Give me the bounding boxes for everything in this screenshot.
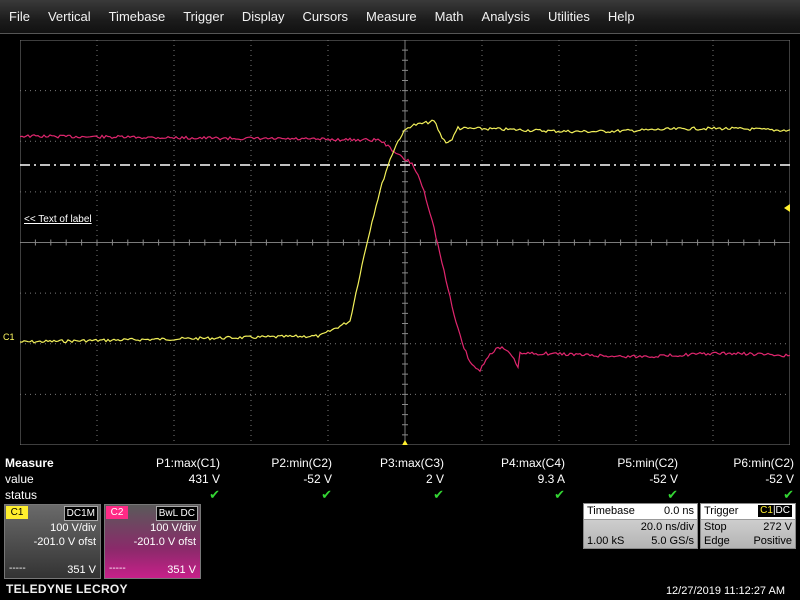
trigger-descriptor[interactable]: Trigger C1|DC Stop 272 V Edge Positive [700, 503, 796, 549]
trigger-slope: Positive [753, 535, 792, 547]
measure-param-5-value[interactable]: -52 V [568, 472, 678, 486]
channel-2-tag: C2 [106, 506, 128, 519]
measure-param-5-status-icon[interactable]: ✔ [568, 487, 678, 503]
measure-param-1-value[interactable]: 431 V [110, 472, 220, 486]
menu-measure[interactable]: Measure [357, 9, 426, 24]
menu-file[interactable]: File [0, 9, 39, 24]
channel-2-descriptor[interactable]: C2 BwL DC 100 V/div -201.0 V ofst ----- … [104, 504, 201, 579]
measure-param-6-name[interactable]: P6:min(C2) [684, 456, 794, 470]
c1-ground-marker[interactable]: C1 [3, 332, 15, 342]
text-label[interactable]: << Text of label [24, 214, 92, 225]
timestamp: 12/27/2019 11:12:27 AM [665, 585, 785, 597]
measure-param-2-status-icon[interactable]: ✔ [222, 487, 332, 503]
timebase-descriptor[interactable]: Timebase 0.0 ns 20.0 ns/div 1.00 kS 5.0 … [583, 503, 698, 549]
measure-param-2-name[interactable]: P2:min(C2) [222, 456, 332, 470]
timebase-label: Timebase [587, 505, 635, 517]
trigger-source: C1 [760, 505, 773, 516]
menu-cursors[interactable]: Cursors [294, 9, 358, 24]
channel-2-coupling: BwL DC [155, 506, 198, 521]
measure-param-1-status-icon[interactable]: ✔ [110, 487, 220, 503]
menu-display[interactable]: Display [233, 9, 294, 24]
channel-2-level: 351 V [167, 564, 196, 576]
channel-1-offset: -201.0 V ofst [33, 536, 96, 548]
brand-logo: TELEDYNE LECROY [6, 582, 128, 596]
menu-timebase[interactable]: Timebase [100, 9, 175, 24]
channel-2-offset: -201.0 V ofst [133, 536, 196, 548]
measure-value-row-label: value [5, 472, 34, 486]
channel-1-level: 351 V [67, 564, 96, 576]
measure-param-6-status-icon[interactable]: ✔ [684, 487, 794, 503]
trigger-source-tag: C1|DC [758, 505, 792, 517]
measure-param-2-value[interactable]: -52 V [222, 472, 332, 486]
timebase-samples: 1.00 kS [587, 535, 625, 547]
measure-param-3-value[interactable]: 2 V [334, 472, 444, 486]
menu-vertical[interactable]: Vertical [39, 9, 100, 24]
measure-title[interactable]: Measure [5, 456, 85, 470]
measure-param-3-status-icon[interactable]: ✔ [334, 487, 444, 503]
measure-param-6-value[interactable]: -52 V [684, 472, 794, 486]
menu-trigger[interactable]: Trigger [174, 9, 233, 24]
channel-1-coupling: DC1M [63, 506, 98, 521]
trigger-label: Trigger [704, 505, 739, 517]
channel-1-tag: C1 [6, 506, 28, 519]
measure-status-row-label: status [5, 488, 38, 502]
menu-bar: File Vertical Timebase Trigger Display Cursor… [0, 0, 800, 34]
channel-2-dash: ----- [109, 563, 126, 574]
oscilloscope-grid[interactable] [20, 40, 790, 445]
timebase-tdiv: 20.0 ns/div [640, 521, 694, 533]
menu-help[interactable]: Help [599, 9, 644, 24]
trigger-level: 272 V [763, 521, 792, 533]
menu-math[interactable]: Math [426, 9, 473, 24]
timebase-header: Timebase 0.0 ns [584, 504, 697, 520]
measure-param-3-name[interactable]: P3:max(C3) [334, 456, 444, 470]
trigger-header: Trigger C1|DC [701, 504, 795, 520]
measure-param-4-status-icon[interactable]: ✔ [455, 487, 565, 503]
channel-1-descriptor[interactable]: C1 DC1M 100 V/div -201.0 V ofst ----- 35… [4, 504, 101, 579]
channel-1-vdiv: 100 V/div [50, 522, 96, 534]
trigger-mode: Stop [704, 521, 727, 533]
measure-param-4-value[interactable]: 9.3 A [455, 472, 565, 486]
menu-utilities[interactable]: Utilities [539, 9, 599, 24]
measure-param-4-name[interactable]: P4:max(C4) [455, 456, 565, 470]
measure-panel: Measure value status P1:max(C1) 431 V ✔ P2:… [0, 452, 800, 506]
trigger-coupling: DC [775, 505, 790, 516]
menu-analysis[interactable]: Analysis [473, 9, 539, 24]
channel-1-dash: ----- [9, 563, 26, 574]
timebase-delay: 0.0 ns [664, 505, 694, 517]
trigger-type: Edge [704, 535, 730, 547]
timebase-rate: 5.0 GS/s [651, 535, 694, 547]
channel-2-vdiv: 100 V/div [150, 522, 196, 534]
measure-param-5-name[interactable]: P5:min(C2) [568, 456, 678, 470]
measure-param-1-name[interactable]: P1:max(C1) [110, 456, 220, 470]
